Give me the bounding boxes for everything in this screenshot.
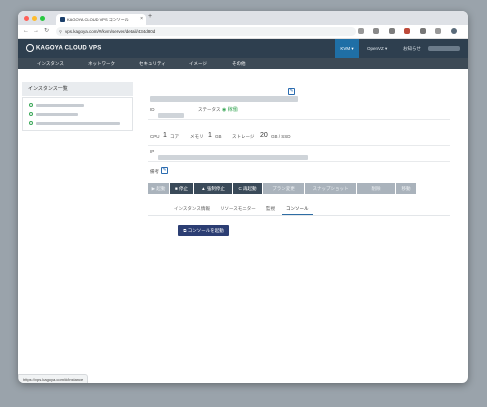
browser-tab[interactable]: KAGOYA CLOUD VPS コンソール × <box>56 14 146 25</box>
main-nav: インスタンス ネットワーク セキュリティ イメージ その他 <box>18 58 468 69</box>
storage-value: 20 <box>260 132 268 139</box>
lock-icon: ⚲ <box>59 29 62 34</box>
ip-value <box>158 149 308 167</box>
storage-label: ストレージ <box>232 134 255 139</box>
close-window-icon[interactable] <box>24 16 29 21</box>
memory-value: 1 <box>208 132 212 139</box>
running-status-icon <box>29 121 33 125</box>
bookmark-icon[interactable] <box>358 28 364 34</box>
tab-monitoring[interactable]: 監視 <box>266 204 275 214</box>
profile-avatar[interactable] <box>450 28 457 34</box>
running-status-icon <box>29 112 33 116</box>
check-circle-icon: ◉ <box>222 107 227 113</box>
nav-network[interactable]: ネットワーク <box>88 58 115 69</box>
tab-instance-info[interactable]: インスタンス情報 <box>174 204 210 214</box>
browser-tab-bar: KAGOYA CLOUD VPS コンソール × + <box>18 11 468 25</box>
force-stop-button[interactable]: ▲ 強制停止 <box>194 183 232 194</box>
edit-memo-icon[interactable]: ✎ <box>161 167 168 174</box>
favicon-icon <box>60 17 65 23</box>
status-label: ステータス <box>198 107 221 112</box>
forward-icon[interactable]: → <box>33 27 39 36</box>
edit-name-icon[interactable]: ✎ <box>288 88 295 95</box>
instance-list-title: インスタンス一覧 <box>22 82 133 96</box>
notice-link[interactable]: お知らせ <box>403 39 421 58</box>
app-header: KAGOYA CLOUD VPS KVM ▾ OpenVZ ▾ お知らせ <box>18 39 468 58</box>
maximize-window-icon[interactable] <box>40 16 45 21</box>
extension-icon[interactable] <box>419 28 426 34</box>
tab-close-icon[interactable]: × <box>140 14 143 25</box>
tab-resource-monitor[interactable]: リソースモニター <box>220 204 256 214</box>
instance-list <box>22 97 133 131</box>
cpu-value: 1 <box>163 132 167 139</box>
nav-other[interactable]: その他 <box>232 58 246 69</box>
openvz-menu[interactable]: OpenVZ ▾ <box>367 39 387 58</box>
detail-tabs: インスタンス情報 リソースモニター 監視 コンソール <box>148 204 450 216</box>
app-logo[interactable]: KAGOYA CLOUD VPS <box>26 44 101 52</box>
minimize-window-icon[interactable] <box>32 16 37 21</box>
browser-window: KAGOYA CLOUD VPS コンソール × + ← → ↻ ⚲ vps.k… <box>18 11 468 383</box>
extension-icon[interactable] <box>404 28 411 34</box>
tab-console[interactable]: コンソール <box>282 204 313 215</box>
kvm-menu[interactable]: KVM ▾ <box>335 39 359 58</box>
status-value: ◉ 稼働 <box>222 107 238 113</box>
id-value <box>158 107 184 125</box>
reload-icon[interactable]: ↻ <box>44 27 49 36</box>
address-row: ← → ↻ ⚲ vps.kagoya.com/#/kvm/server/deta… <box>18 25 468 52</box>
memory-label: メモリ <box>190 134 204 139</box>
ip-label: IP <box>150 149 155 154</box>
nav-image[interactable]: イメージ <box>189 58 207 69</box>
snapshot-button[interactable]: スナップショット <box>305 183 356 194</box>
link-status-bar: https://vps.kagoya.com/#/instance <box>18 374 89 383</box>
back-icon[interactable]: ← <box>23 27 29 36</box>
stop-button[interactable]: ■ 停止 <box>170 183 193 194</box>
logo-icon <box>26 44 34 52</box>
memory-unit: GB <box>215 134 222 139</box>
start-button[interactable]: ▶ 起動 <box>148 183 169 194</box>
id-label: ID <box>150 107 155 112</box>
cpu-label: CPU <box>150 134 160 139</box>
running-status-icon <box>29 103 33 107</box>
nav-security[interactable]: セキュリティ <box>139 58 166 69</box>
url-bar[interactable]: ⚲ vps.kagoya.com/#/kvm/server/detail/434… <box>56 27 356 36</box>
url-text: vps.kagoya.com/#/kvm/server/detail/434d8… <box>65 29 156 34</box>
delete-button[interactable]: 削除 <box>357 183 395 194</box>
extension-icon[interactable] <box>388 28 395 34</box>
storage-unit: GB / SSD <box>271 134 291 139</box>
restart-button[interactable]: C 再起動 <box>233 183 262 194</box>
extension-icon[interactable] <box>435 28 442 34</box>
launch-console-button[interactable]: ⧉ コンソールを起動 <box>178 225 229 236</box>
tab-title: KAGOYA CLOUD VPS コンソール <box>67 17 129 22</box>
logo-text: KAGOYA CLOUD VPS <box>36 45 102 52</box>
nav-instance[interactable]: インスタンス <box>37 58 64 69</box>
move-button[interactable]: 移動 <box>396 183 416 194</box>
extension-icon[interactable] <box>373 28 380 34</box>
cpu-unit: コア <box>170 134 179 139</box>
memo-label: 備考 <box>150 169 159 174</box>
new-tab-button[interactable]: + <box>148 13 152 20</box>
user-menu[interactable] <box>428 46 460 51</box>
plan-change-button[interactable]: プラン変更 <box>263 183 304 194</box>
console-icon: ⧉ <box>183 228 187 233</box>
